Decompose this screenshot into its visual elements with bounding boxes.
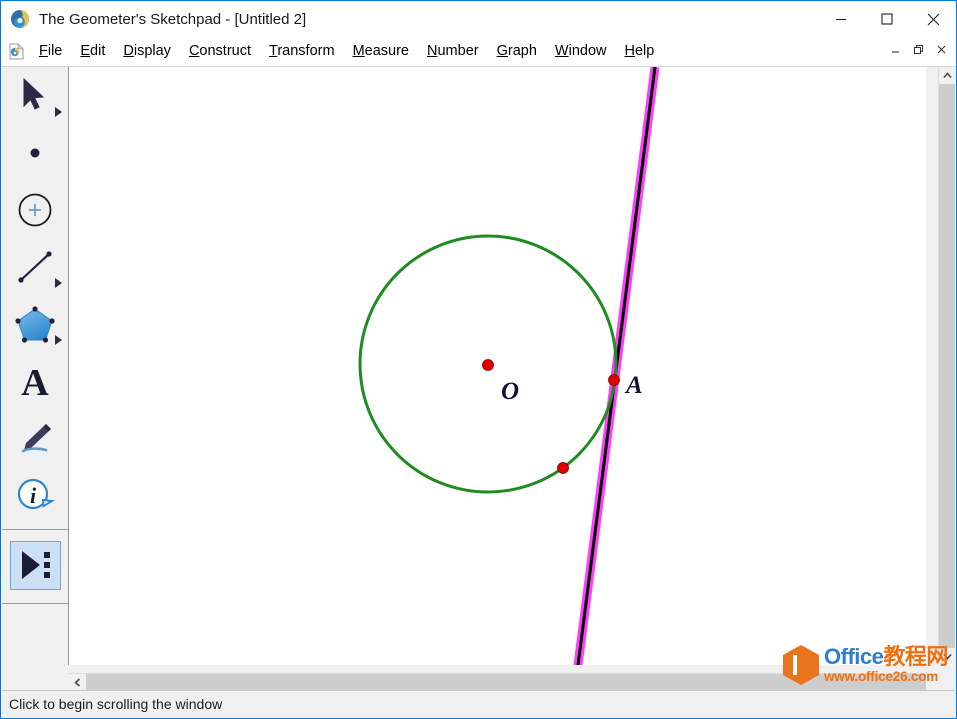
letter-a-icon: A	[21, 362, 49, 401]
straightedge-tool-flyout-icon[interactable]	[55, 278, 62, 288]
menu-file[interactable]: File	[30, 40, 71, 63]
scrollbar-corner	[938, 673, 955, 690]
chevron-left-icon	[74, 677, 81, 687]
status-message: Click to begin scrolling the window	[9, 696, 223, 712]
document-icon[interactable]	[8, 43, 25, 60]
close-icon	[927, 13, 939, 25]
horizontal-scrollbar[interactable]	[69, 673, 926, 690]
arrow-select-tool[interactable]	[2, 67, 68, 124]
sketch-drawing[interactable]: O A	[69, 67, 926, 665]
sketch-canvas[interactable]: O A	[69, 67, 926, 665]
scroll-left-button[interactable]	[69, 674, 86, 690]
menu-construct[interactable]: Construct	[180, 40, 260, 63]
menu-measure[interactable]: Measure	[344, 40, 418, 63]
mdi-minimize-button[interactable]	[884, 39, 907, 60]
line-segment-icon	[18, 250, 52, 283]
label-point-a[interactable]: A	[624, 372, 643, 399]
title-bar: The Geometer's Sketchpad - [Untitled 2]	[1, 1, 956, 37]
arrow-cursor-icon	[23, 77, 45, 110]
mdi-restore-icon	[914, 45, 923, 54]
point-tool[interactable]	[2, 124, 68, 181]
scroll-up-button[interactable]	[939, 67, 956, 84]
sketchpad-swirl-icon	[11, 10, 29, 28]
svg-text:A: A	[21, 362, 49, 401]
menu-number[interactable]: Number	[418, 40, 488, 63]
toolbox-divider-bottom	[2, 603, 68, 604]
arrow-tool-flyout-icon[interactable]	[55, 107, 62, 117]
vertical-scroll-thumb[interactable]	[939, 84, 955, 648]
text-tool[interactable]: A	[2, 352, 68, 409]
chevron-up-icon	[943, 72, 952, 79]
horizontal-scroll-thumb[interactable]	[86, 674, 926, 690]
menu-transform[interactable]: Transform	[260, 40, 344, 63]
window-controls	[818, 1, 956, 37]
mdi-restore-button[interactable]	[907, 39, 930, 60]
mdi-close-icon	[937, 45, 946, 54]
polygon-tool-flyout-icon[interactable]	[55, 335, 62, 345]
sketchpad-window: The Geometer's Sketchpad - [Untitled 2]	[0, 0, 957, 719]
window-title: The Geometer's Sketchpad - [Untitled 2]	[39, 10, 307, 28]
compass-circle-tool[interactable]	[2, 181, 68, 238]
mdi-close-button[interactable]	[930, 39, 953, 60]
marker-tool[interactable]	[2, 409, 68, 466]
toolbox-divider	[2, 529, 68, 530]
menu-bar: File Edit Display Construct Transform Me…	[1, 37, 956, 67]
play-menu-icon	[22, 550, 50, 579]
menu-graph[interactable]: Graph	[488, 40, 546, 63]
chevron-down-icon	[943, 653, 952, 660]
point-dot-icon	[30, 148, 40, 157]
mdi-minimize-icon	[892, 51, 899, 53]
point-a[interactable]	[608, 374, 620, 386]
vertical-scrollbar[interactable]	[938, 67, 956, 665]
custom-tool[interactable]	[2, 536, 68, 593]
circle-compass-icon	[18, 193, 52, 226]
pentagon-icon	[15, 305, 55, 343]
straightedge-tool[interactable]	[2, 238, 68, 295]
menu-window[interactable]: Window	[546, 40, 616, 63]
marker-pen-icon	[21, 423, 51, 452]
maximize-button[interactable]	[864, 1, 910, 37]
info-balloon-icon: i	[17, 478, 55, 509]
scroll-down-button[interactable]	[939, 648, 956, 665]
status-bar: Click to begin scrolling the window	[2, 690, 955, 717]
mdi-controls	[884, 39, 953, 60]
close-button[interactable]	[910, 1, 956, 37]
center-point[interactable]	[482, 359, 494, 371]
polygon-tool[interactable]	[2, 295, 68, 352]
toolbox-panel: A i	[2, 67, 69, 665]
minimize-icon	[836, 18, 846, 21]
menu-edit[interactable]: Edit	[71, 40, 114, 63]
maximize-icon	[881, 13, 893, 25]
label-center-point[interactable]: O	[501, 378, 519, 405]
menu-display[interactable]: Display	[114, 40, 180, 63]
information-tool[interactable]: i	[2, 466, 68, 523]
minimize-button[interactable]	[818, 1, 864, 37]
circle-radius-point[interactable]	[557, 462, 569, 474]
menu-help[interactable]: Help	[615, 40, 663, 63]
svg-text:i: i	[30, 483, 37, 508]
